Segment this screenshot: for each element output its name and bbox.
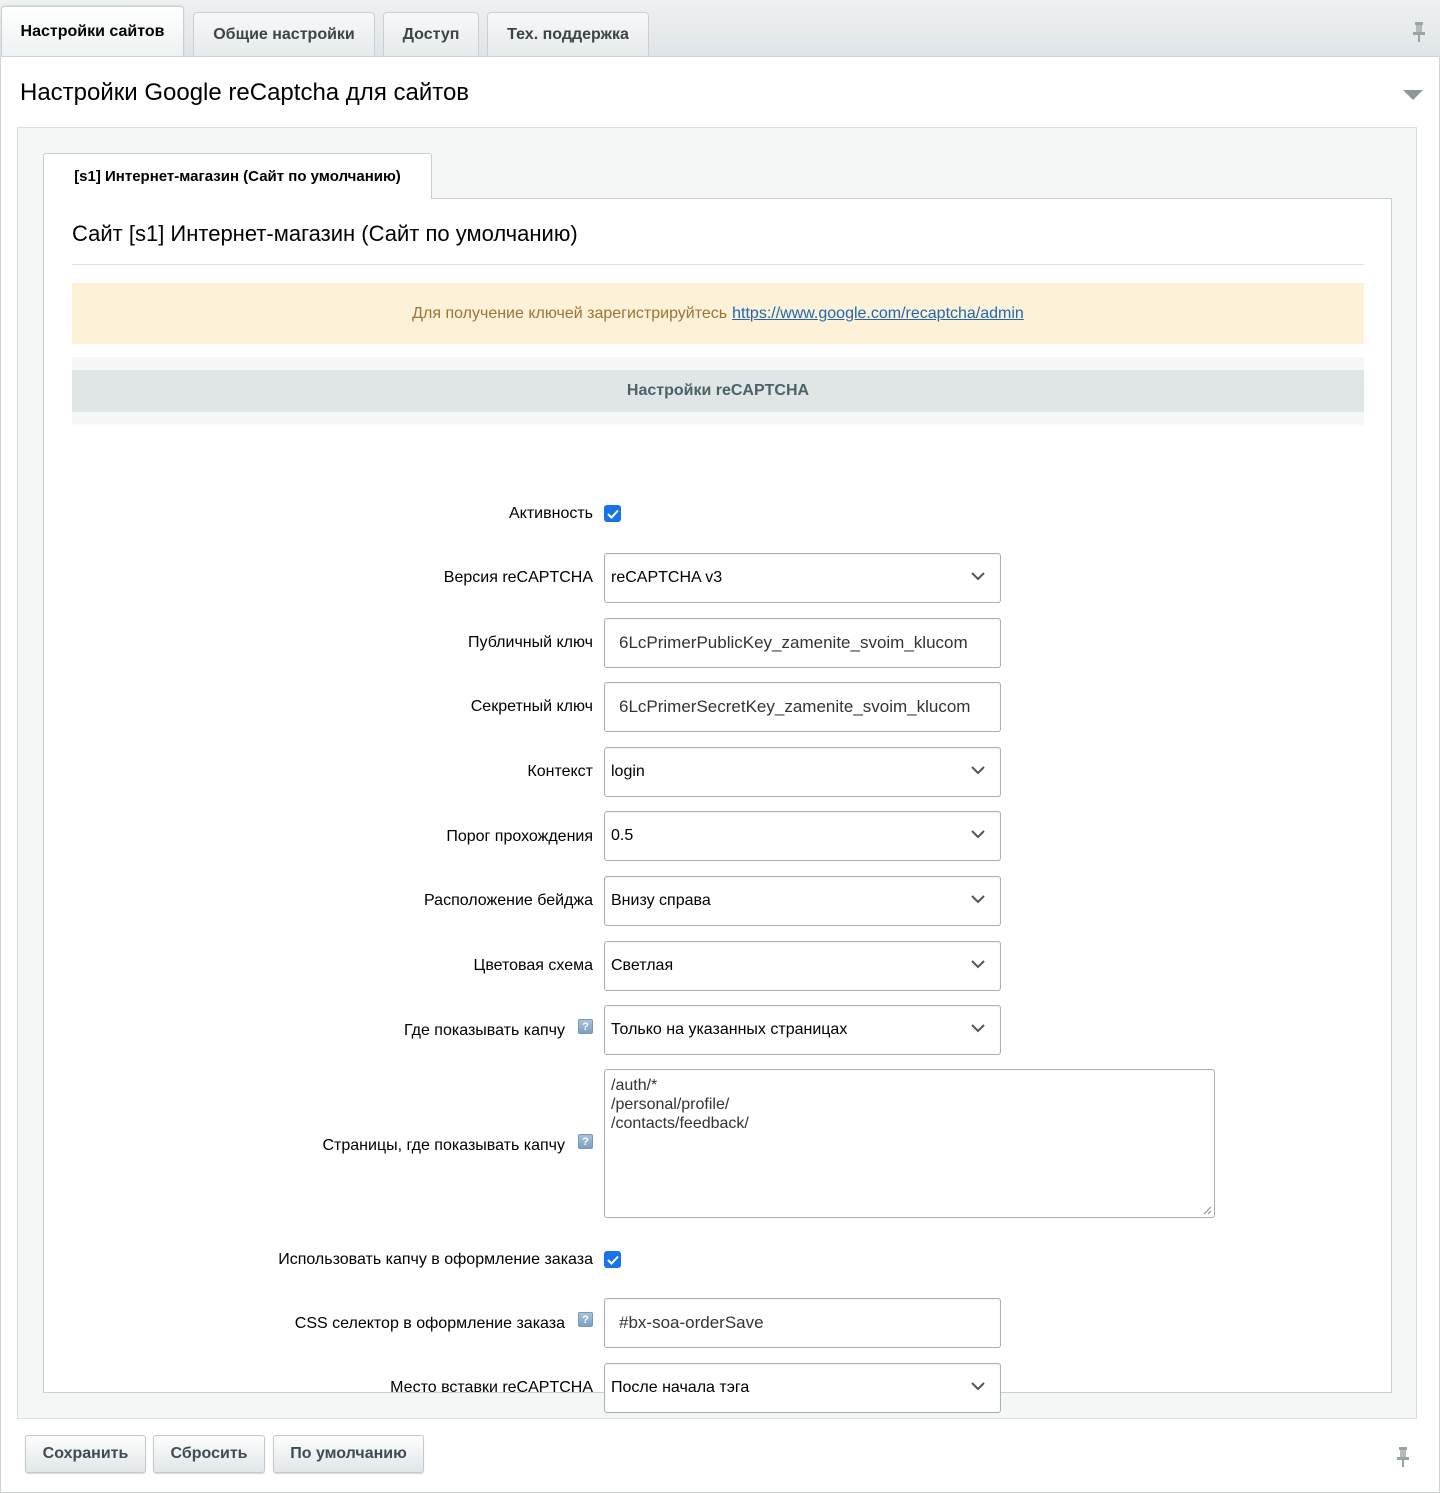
secret-key-input[interactable]: 6LcPrimerSecretKey_zamenite_svoim_klucom — [604, 682, 1001, 732]
settings-panel: Настройки Google reCaptcha для сайтов [s… — [0, 56, 1440, 1493]
section-title: Настройки Google reCaptcha для сайтов — [20, 79, 470, 106]
section-heading: Настройки reCAPTCHA — [72, 370, 1364, 412]
top-tab-bar: Настройки сайтов Общие настройки Доступ … — [0, 0, 1440, 57]
chevron-down-icon — [971, 1024, 985, 1033]
where-label: Где показывать капчу — [404, 1022, 565, 1039]
chevron-down-icon — [971, 830, 985, 839]
heading-band: Настройки reCAPTCHA — [72, 357, 1364, 425]
save-button[interactable]: Сохранить — [25, 1435, 146, 1473]
secret-key-label: Секретный ключ — [470, 698, 593, 715]
reset-button[interactable]: Сбросить — [153, 1435, 265, 1473]
site-settings-box: Сайт [s1] Интернет-магазин (Сайт по умол… — [43, 198, 1392, 1413]
pages-line: /auth/* — [611, 1077, 658, 1094]
theme-label: Цветовая схема — [473, 957, 593, 974]
chevron-down-icon — [971, 572, 985, 581]
threshold-select[interactable]: 0.5 — [604, 811, 1001, 861]
insert-label: Место вставки reCAPTCHA — [390, 1379, 593, 1396]
question-icon[interactable]: ? — [578, 1019, 593, 1034]
where-select[interactable]: Только на указанных страницах — [604, 1005, 1001, 1055]
insert-value: После начала тэга — [611, 1379, 750, 1396]
default-button[interactable]: По умолчанию — [273, 1435, 424, 1473]
tab-support[interactable]: Тех. поддержка — [487, 12, 649, 56]
tab-site-settings[interactable]: Настройки сайтов — [1, 6, 184, 57]
site-title: Сайт [s1] Интернет-магазин (Сайт по умол… — [72, 221, 578, 246]
pin-icon[interactable] — [1395, 1446, 1411, 1468]
pages-label: Страницы, где показывать капчу — [322, 1137, 566, 1154]
chevron-down-icon — [971, 1382, 985, 1391]
chevron-down-icon — [971, 895, 985, 904]
triangle-down-icon[interactable] — [1403, 87, 1423, 105]
pages-line: /contacts/feedback/ — [611, 1115, 749, 1132]
recaptcha-admin-link[interactable]: https://www.google.com/recaptcha/admin — [732, 305, 1024, 323]
chevron-down-icon — [971, 766, 985, 775]
theme-select[interactable]: Светлая — [604, 941, 1001, 991]
order-checkbox[interactable] — [604, 1251, 621, 1268]
notice-banner: Для получение ключей зарегистрируйтесь h… — [72, 283, 1364, 344]
pages-line: /personal/profile/ — [611, 1096, 730, 1113]
threshold-label: Порог прохождения — [446, 828, 593, 845]
tab-access[interactable]: Доступ — [383, 12, 479, 56]
theme-value: Светлая — [611, 957, 674, 974]
threshold-value: 0.5 — [611, 827, 634, 844]
insert-select[interactable]: После начала тэга — [604, 1363, 1001, 1413]
css-selector-label: CSS селектор в оформление заказа — [294, 1315, 565, 1332]
check-icon — [606, 1255, 619, 1265]
check-icon — [606, 509, 619, 519]
public-key-value: 6LcPrimerPublicKey_zamenite_svoim_klucom — [619, 633, 968, 652]
badge-label: Расположение бейджа — [424, 892, 593, 909]
notice-text: Для получение ключей зарегистрируйтесь — [412, 304, 728, 322]
active-label: Активность — [508, 505, 593, 522]
css-selector-input[interactable]: #bx-soa-orderSave — [604, 1298, 1001, 1348]
css-selector-value: #bx-soa-orderSave — [619, 1313, 764, 1332]
badge-select[interactable]: Внизу справа — [604, 876, 1001, 926]
pages-textarea[interactable]: /auth/* /personal/profile/ /contacts/fee… — [604, 1069, 1215, 1218]
context-value: login — [611, 763, 645, 780]
public-key-label: Публичный ключ — [468, 634, 593, 651]
badge-value: Внизу справа — [611, 892, 711, 909]
version-select[interactable]: reCAPTCHA v3 — [604, 553, 1001, 603]
order-label: Использовать капчу в оформление заказа — [278, 1251, 593, 1268]
active-checkbox[interactable] — [604, 505, 621, 522]
divider — [72, 264, 1364, 265]
secret-key-value: 6LcPrimerSecretKey_zamenite_svoim_klucom — [619, 697, 971, 716]
public-key-input[interactable]: 6LcPrimerPublicKey_zamenite_svoim_klucom — [604, 618, 1001, 668]
version-label: Версия reCAPTCHA — [443, 569, 593, 586]
question-icon[interactable]: ? — [578, 1312, 593, 1327]
pin-icon[interactable] — [1411, 21, 1427, 43]
tab-site-s1[interactable]: [s1] Интернет-магазин (Сайт по умолчанию… — [43, 153, 432, 199]
tab-general-settings[interactable]: Общие настройки — [193, 12, 375, 56]
chevron-down-icon — [971, 960, 985, 969]
context-select[interactable]: login — [604, 747, 1001, 797]
resize-handle-icon[interactable] — [1202, 1205, 1212, 1215]
context-label: Контекст — [527, 763, 593, 780]
question-icon[interactable]: ? — [578, 1134, 593, 1149]
version-value: reCAPTCHA v3 — [611, 569, 723, 586]
where-value: Только на указанных страницах — [611, 1021, 848, 1038]
